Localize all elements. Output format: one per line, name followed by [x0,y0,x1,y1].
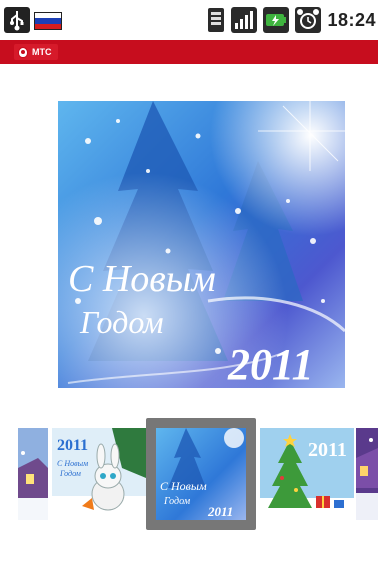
thumb-sel-line1: С Новым [160,479,207,493]
card-line2: Годом [79,304,164,340]
alarm-icon [295,7,322,33]
status-time: 18:24 [327,9,376,30]
card-line1: С Новым [68,258,216,300]
mts-egg-icon [18,46,28,58]
thumb-bunny-line2: Годом [59,469,81,478]
thumb-purple-house[interactable] [356,428,378,520]
main-card-image: С Новым Годом 2011 [58,101,345,388]
thumb-christmas-tree[interactable]: 2011 [260,428,354,520]
flag-russia-icon [34,12,62,30]
battery-charging-icon [263,7,290,33]
thumb-winter-house[interactable] [18,428,48,520]
thumb-sel-year: 2011 [207,504,233,519]
main-greeting-card[interactable]: С Новым Годом 2011 [58,101,345,388]
carrier-name: МТС [32,47,52,57]
card-year: 2011 [227,340,314,388]
thumb-bunny[interactable]: 2011 С Новым Годом [52,428,146,520]
signal-icon [231,7,258,33]
carrier-bar: МТС [0,40,378,64]
usb-icon [4,7,30,33]
status-bar: 18:24 [0,0,378,40]
thumb-bunny-year: 2011 [57,437,88,454]
thumb-sel-line2: Годом [163,496,191,507]
thumb-selected-blue[interactable]: С Новым Годом 2011 [146,418,256,530]
card-gallery[interactable]: 2011 С Новым Годом С Новым Годом 2011 20… [0,418,378,530]
sim-icon [208,8,225,32]
carrier-logo: МТС [14,44,58,60]
thumb-tree-year: 2011 [308,439,347,461]
thumb-bunny-line1: С Новым [57,459,88,468]
